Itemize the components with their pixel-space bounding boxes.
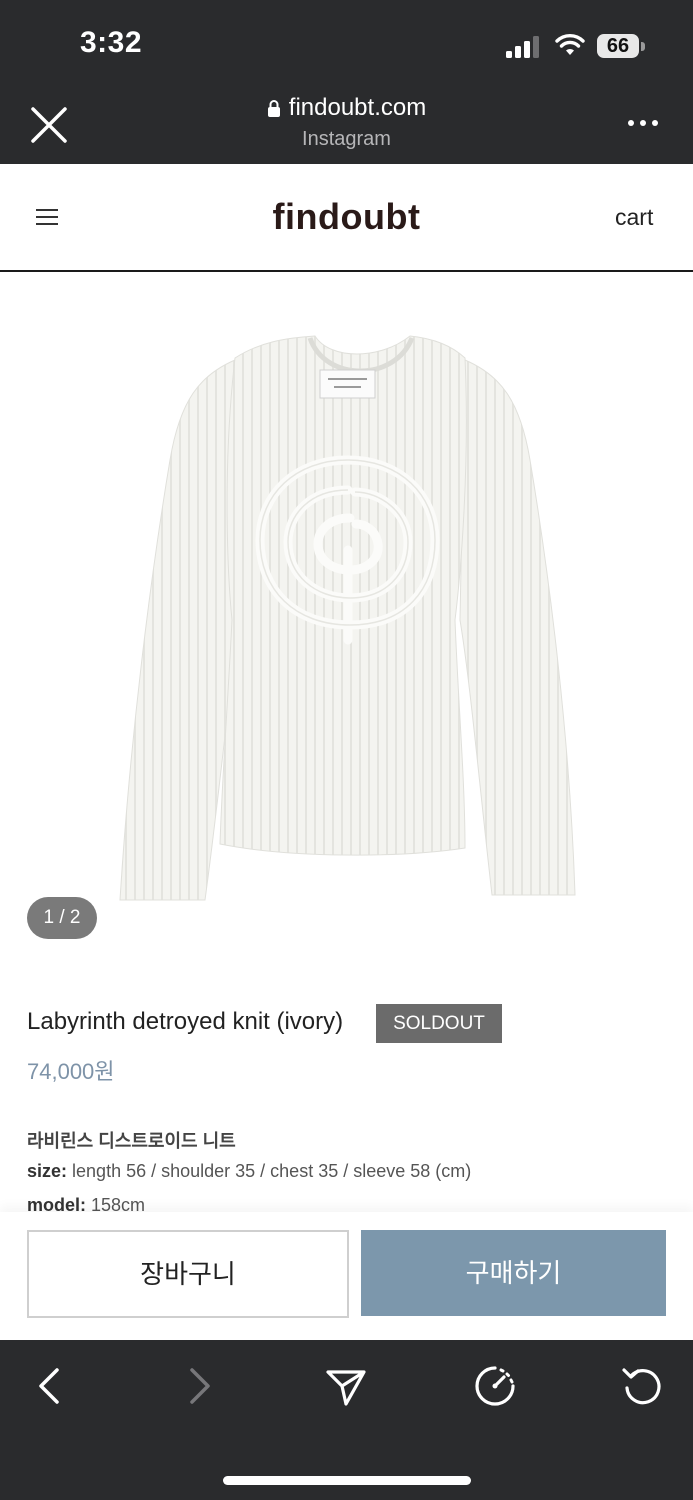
status-badge: SOLDOUT xyxy=(376,1004,502,1043)
back-icon[interactable] xyxy=(28,1364,72,1408)
product-size-info: size: length 56 / shoulder 35 / chest 35… xyxy=(27,1161,471,1182)
product-image[interactable] xyxy=(110,320,590,920)
reload-icon[interactable] xyxy=(621,1364,665,1408)
product-title: Labyrinth detroyed knit (ivory) xyxy=(27,1008,344,1035)
forward-icon[interactable] xyxy=(177,1364,221,1408)
purchase-bar: 장바구니 구매하기 xyxy=(0,1212,693,1340)
image-counter: 1 / 2 xyxy=(27,897,97,939)
status-time: 3:32 xyxy=(80,26,143,59)
status-bar: 3:32 66 xyxy=(0,0,693,84)
battery-nub xyxy=(641,42,645,51)
browser-top-bar: findoubt.com Instagram xyxy=(0,84,693,164)
signal-icon xyxy=(506,36,539,58)
size-label: size: xyxy=(27,1161,68,1181)
battery-indicator: 66 xyxy=(597,34,639,58)
add-to-cart-button[interactable]: 장바구니 xyxy=(27,1230,349,1318)
wifi-icon xyxy=(555,34,585,55)
site-logo[interactable]: findoubt xyxy=(0,196,693,238)
buy-now-button[interactable]: 구매하기 xyxy=(361,1230,666,1316)
speedometer-icon[interactable] xyxy=(473,1364,517,1408)
product-price: 74,000원 xyxy=(27,1059,115,1084)
url-source: Instagram xyxy=(302,128,391,150)
product-name-korean: 라비린스 디스트로이드 니트 xyxy=(27,1131,236,1151)
lock-icon xyxy=(267,100,280,117)
cart-link[interactable]: cart xyxy=(615,204,653,231)
site-header: findoubt cart xyxy=(0,164,693,272)
address-bar[interactable]: findoubt.com Instagram xyxy=(0,94,693,151)
url-domain: findoubt.com xyxy=(288,94,427,121)
home-indicator xyxy=(223,1476,471,1485)
more-icon[interactable] xyxy=(626,118,660,128)
browser-toolbar xyxy=(0,1340,693,1500)
size-value: length 56 / shoulder 35 / chest 35 / sle… xyxy=(67,1161,472,1181)
share-icon[interactable] xyxy=(324,1364,368,1408)
